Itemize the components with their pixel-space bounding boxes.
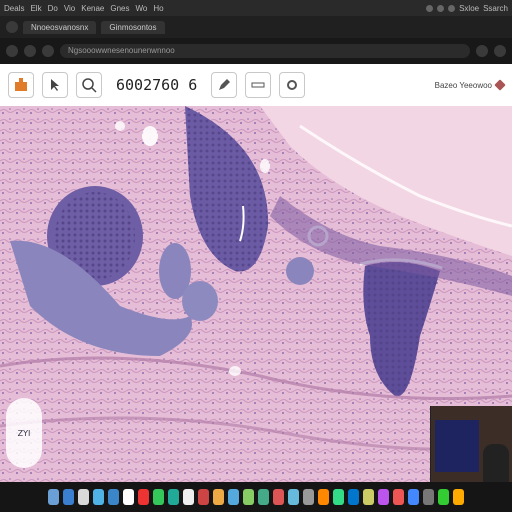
menu-item[interactable]: Kenae [81,4,104,13]
page-number-display: 6002760 6 [116,76,198,94]
measure-button[interactable] [245,72,272,98]
brand-logo-icon [494,79,506,91]
menu-item[interactable]: Do [48,4,58,13]
dock-app-icon[interactable] [78,489,89,505]
webcam-person [483,444,509,482]
dock-app-icon[interactable] [423,489,434,505]
browser-tab-strip: Nnoeosvanosnx Ginmosontos [0,16,512,38]
dock-app-icon[interactable] [438,489,449,505]
tray-label[interactable]: Sxloe [459,4,479,13]
zoom-in-button[interactable] [76,72,102,98]
back-icon[interactable] [6,45,18,57]
dock-app-icon[interactable] [93,489,104,505]
dock-app-icon[interactable] [168,489,179,505]
address-bar[interactable]: Ngsooowwnesenounenwnnoo [60,44,470,58]
menu-item[interactable]: Deals [4,4,24,13]
dock-app-icon[interactable] [303,489,314,505]
dock-app-icon[interactable] [453,489,464,505]
webcam-preview [430,406,512,482]
annotate-button[interactable] [211,72,238,98]
dock-app-icon[interactable] [333,489,344,505]
dock-app-icon[interactable] [318,489,329,505]
dock-app-icon[interactable] [108,489,119,505]
zoom-control[interactable]: ZYI [6,398,42,468]
ruler-icon [251,82,265,88]
zoom-in-icon [82,78,97,93]
dock-app-icon[interactable] [48,489,59,505]
select-tool-button[interactable] [42,72,68,98]
menu-item[interactable]: Elk [30,4,41,13]
dock-app-icon[interactable] [123,489,134,505]
app-dock [0,482,512,512]
dock-app-icon[interactable] [198,489,209,505]
dock-app-icon[interactable] [228,489,239,505]
settings-button[interactable] [279,72,306,98]
webcam-monitor [435,420,479,472]
browser-address-row: Ngsooowwnesenounenwnnoo [0,38,512,64]
home-icon [15,78,27,91]
menu-item[interactable]: Gnes [110,4,129,13]
wifi-icon[interactable] [426,4,434,12]
zoom-label: ZYI [17,428,31,438]
profile-icon[interactable] [494,45,506,57]
system-menubar: Deals Elk Do Vio Kenae Gnes Wo Ho Sxloe … [0,0,512,16]
dock-app-icon[interactable] [63,489,74,505]
dock-app-icon[interactable] [243,489,254,505]
gear-icon [287,80,298,90]
menu-item[interactable]: Wo [136,4,148,13]
dock-app-icon[interactable] [273,489,284,505]
system-tray: Sxloe Ssarch [426,4,508,13]
dock-app-icon[interactable] [258,489,269,505]
brand-label: Bazeo Yeeowoo [434,80,492,90]
cursor-icon [51,79,59,91]
slide-viewer-toolbar: 6002760 6 Bazeo Yeeowoo [0,64,512,106]
browser-tab[interactable]: Nnoeosvanosnx [23,20,97,34]
forward-icon[interactable] [24,45,36,57]
dock-app-icon[interactable] [348,489,359,505]
dock-app-icon[interactable] [363,489,374,505]
pencil-icon [219,79,231,90]
home-button[interactable] [8,72,34,98]
reload-icon[interactable] [42,45,54,57]
dock-app-icon[interactable] [378,489,389,505]
menu-item[interactable]: Vio [64,4,75,13]
dock-app-icon[interactable] [213,489,224,505]
window-close-icon[interactable] [6,21,18,33]
dock-app-icon[interactable] [288,489,299,505]
dock-app-icon[interactable] [393,489,404,505]
battery-icon[interactable] [437,4,445,12]
dock-app-icon[interactable] [183,489,194,505]
tray-label[interactable]: Ssarch [483,4,508,13]
brand: Bazeo Yeeowoo [434,79,506,91]
dock-app-icon[interactable] [153,489,164,505]
menu-item[interactable]: Ho [153,4,163,13]
dock-app-icon[interactable] [408,489,419,505]
extensions-icon[interactable] [476,45,488,57]
dock-app-icon[interactable] [138,489,149,505]
browser-tab[interactable]: Ginmosontos [101,20,165,34]
volume-icon[interactable] [448,4,456,12]
